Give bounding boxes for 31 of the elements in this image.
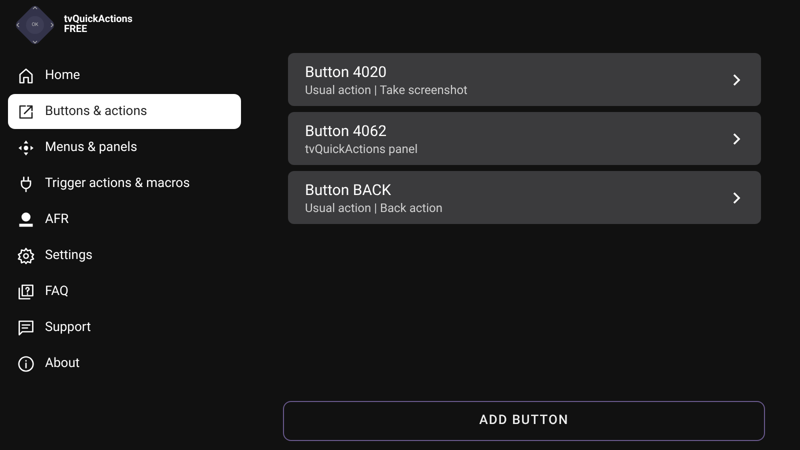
button-card[interactable]: Button 4062 tvQuickActions panel [288,112,761,165]
home-icon [17,66,35,84]
settings-icon [17,246,35,264]
external-link-icon [17,102,35,120]
sidebar-item[interactable]: Home [8,58,241,93]
sidebar-item[interactable]: AFR [8,202,241,237]
sidebar-item[interactable]: FAQ [8,274,241,309]
card-title: Button BACK [305,180,392,200]
chevron-right-icon [731,132,741,144]
chevron-right-icon [731,74,741,86]
sidebar-item[interactable]: About [8,346,241,381]
card-subtitle: tvQuickActions panel [305,140,419,156]
app-edition: FREE [64,25,88,35]
sidebar-item[interactable]: Buttons & actions [8,94,241,129]
card-subtitle: Usual action | Back action [305,200,444,216]
button-card[interactable]: Button 4020 Usual action | Take screenshot [288,53,761,106]
card-title: Button 4020 [305,62,388,82]
sidebar-item[interactable]: Settings [8,238,241,273]
card-title: Button 4062 [305,120,388,140]
sidebar-item[interactable]: Support [8,310,241,345]
directional-pad-icon [17,138,35,156]
sidebar-item[interactable]: Menus & panels [8,130,241,165]
add-button[interactable]: ADD BUTTON [283,401,765,441]
app-title: tvQuickActions [64,15,132,25]
question-box-icon [17,282,35,300]
info-icon [17,354,35,372]
chevron-right-icon [731,192,741,204]
card-subtitle: Usual action | Take screenshot [305,82,468,98]
chat-icon [17,318,35,336]
sidebar-item[interactable]: Trigger actions & macros [8,166,241,201]
button-card[interactable]: Button BACK Usual action | Back action [288,171,761,224]
